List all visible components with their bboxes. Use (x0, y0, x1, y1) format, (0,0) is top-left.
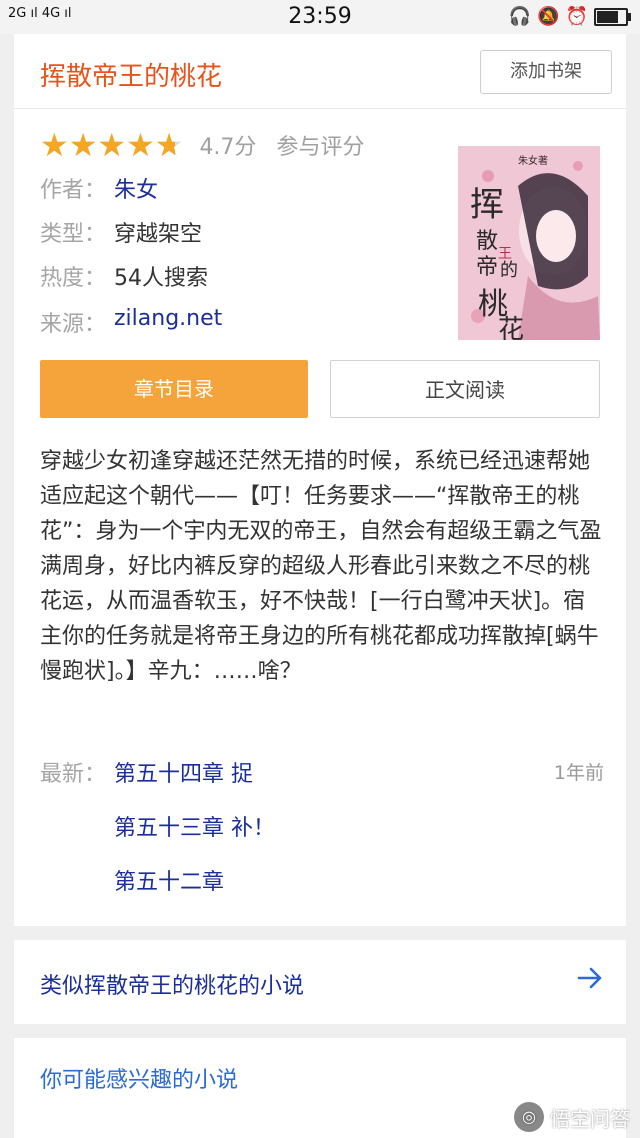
similar-novels-link[interactable]: 类似挥散帝王的桃花的小说 (14, 940, 626, 1024)
latest-label: 最新： (40, 762, 107, 787)
toc-button[interactable]: 章节目录 (40, 360, 308, 418)
read-button[interactable]: 正文阅读 (330, 360, 600, 418)
cover-art: 挥 散 帝 王 的 桃 花 朱女著 (458, 146, 600, 340)
source-key: 来源： (40, 312, 107, 337)
alarm-icon: ⏰ (565, 6, 588, 27)
book-description: 穿越少女初逢穿越还茫然无措的时候，系统已经迅速帮她适应起这个朝代——【叮！任务要… (40, 449, 602, 684)
author-key: 作者： (40, 178, 107, 203)
svg-text:的: 的 (500, 260, 518, 281)
star-icons-filled: ★★★★★ (40, 130, 175, 160)
type-row: 类型： 穿越架空 (40, 216, 202, 248)
author-link[interactable]: 朱女 (114, 172, 158, 204)
battery-icon (594, 7, 631, 26)
book-title: 挥散帝王的桃花 (40, 62, 223, 92)
similar-novels-label: 类似挥散帝王的桃花的小说 (40, 974, 305, 999)
book-cover[interactable]: 挥 散 帝 王 的 桃 花 朱女著 (458, 146, 600, 340)
arrow-right-icon (577, 967, 602, 989)
watermark-text: 悟空问答 (550, 1106, 630, 1131)
status-bar: 2G ıl 4G ıl 23:59 🎧 🔕 ⏰ (0, 0, 640, 34)
type-value: 穿越架空 (114, 222, 203, 247)
rating-row: ★★★★★ ★★★★★ 4.7分 参与评分 (40, 129, 364, 161)
svg-text:挥: 挥 (470, 185, 504, 225)
book-header: 挥散帝王的桃花 添加书架 (14, 34, 626, 109)
headphone-icon: 🎧 (508, 6, 532, 27)
book-card: 挥散帝王的桃花 添加书架 ★★★★★ ★★★★★ 4.7分 参与评分 作者： 朱… (14, 34, 626, 926)
source-link[interactable]: zilang.net (114, 306, 222, 338)
author-row: 作者： 朱女 (40, 172, 158, 204)
source-row: 来源： zilang.net (40, 306, 222, 338)
rating-stars: ★★★★★ ★★★★★ (40, 129, 183, 161)
watermark: ◎ 悟空问答 (514, 1102, 630, 1132)
heat-row: 热度： 54人搜索 (40, 260, 208, 292)
svg-text:花: 花 (498, 315, 524, 340)
chapter-link[interactable]: 第五十三章 补！ (114, 810, 275, 842)
watermark-logo-icon: ◎ (514, 1102, 544, 1132)
latest-time: 1年前 (553, 762, 604, 784)
cover-author-text: 朱女著 (518, 154, 548, 167)
bell-off-icon: 🔕 (537, 6, 560, 27)
chapter-link[interactable]: 第五十四章 捉 (114, 756, 253, 788)
add-to-shelf-button[interactable]: 添加书架 (480, 50, 612, 94)
heat-key: 热度： (40, 266, 107, 291)
svg-text:散: 散 (476, 229, 498, 254)
rate-button[interactable]: 参与评分 (276, 129, 364, 161)
interest-heading: 你可能感兴趣的小说 (40, 1068, 239, 1093)
type-key: 类型： (40, 222, 107, 247)
heat-value: 54人搜索 (114, 266, 208, 291)
status-icons: 🎧 🔕 ⏰ (508, 6, 631, 27)
chapter-link[interactable]: 第五十二章 (114, 864, 224, 896)
svg-text:帝: 帝 (476, 255, 498, 280)
rating-score: 4.7分 (199, 135, 257, 160)
